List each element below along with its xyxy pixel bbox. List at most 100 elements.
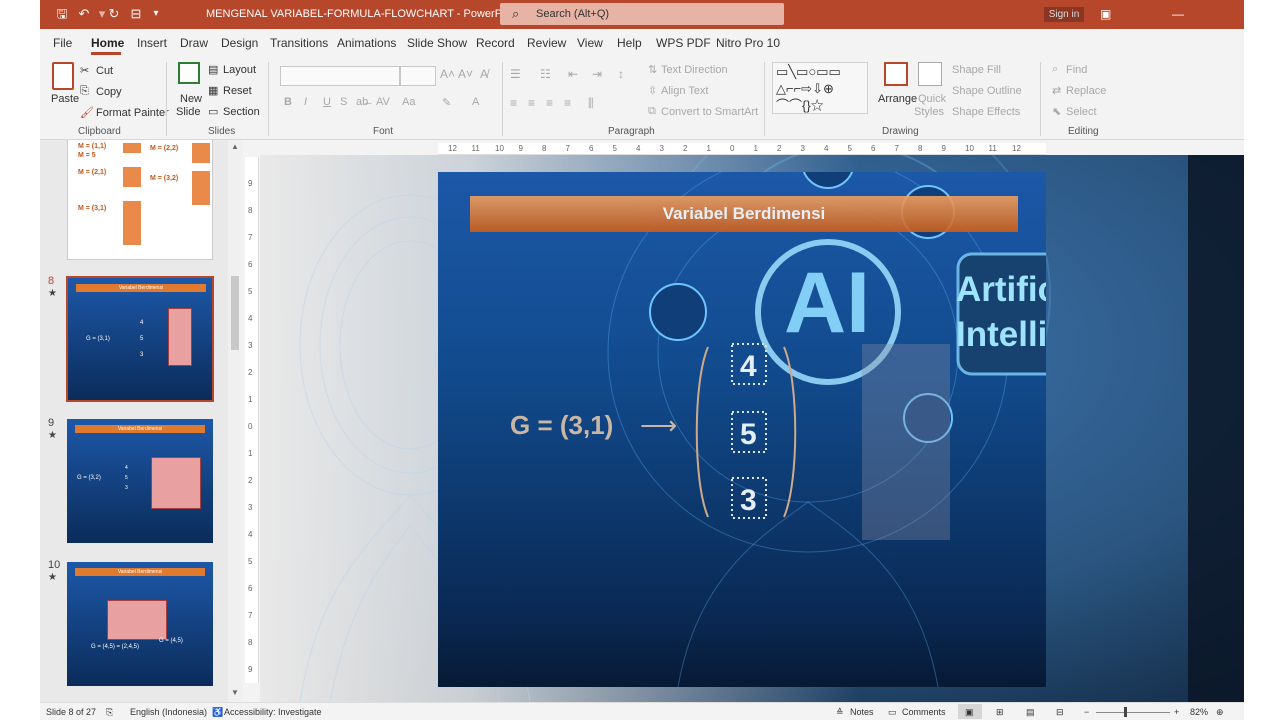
replace-icon[interactable]: ⇄ <box>1052 84 1061 97</box>
comments-button[interactable]: Comments <box>902 707 946 717</box>
decrease-indent-icon[interactable]: ⇤ <box>568 67 578 81</box>
redo-icon[interactable]: ↻ <box>106 6 122 22</box>
font-color-icon[interactable]: A <box>472 96 479 108</box>
bullets-icon[interactable]: ☰ <box>510 67 521 81</box>
new-slide-label-2[interactable]: Slide <box>176 106 200 118</box>
change-case-icon[interactable]: Aa <box>402 96 415 108</box>
cut-icon[interactable]: ✂ <box>80 64 89 77</box>
customize-toolbar-icon[interactable]: ▾ <box>148 6 164 22</box>
tab-draw[interactable]: Draw <box>180 36 208 50</box>
layout-icon[interactable]: ▤ <box>208 63 218 76</box>
new-slide-icon[interactable] <box>178 62 200 84</box>
text-direction-button[interactable]: Text Direction <box>661 64 728 76</box>
increase-font-icon[interactable]: A˄ <box>440 67 455 81</box>
smartart-icon[interactable]: ⧉ <box>648 105 656 118</box>
convert-smartart-button[interactable]: Convert to SmartArt <box>661 106 758 118</box>
justify-icon[interactable]: ≡ <box>564 96 571 110</box>
tab-record[interactable]: Record <box>476 36 515 50</box>
select-icon[interactable]: ⬉ <box>1052 105 1061 118</box>
tab-help[interactable]: Help <box>617 36 642 50</box>
scroll-thumb[interactable] <box>231 276 239 350</box>
format-painter-button[interactable]: Format Painter <box>96 107 169 119</box>
find-icon[interactable]: ⌕ <box>1052 63 1058 76</box>
accessibility-status[interactable]: Accessibility: Investigate <box>224 707 322 717</box>
highlight-icon[interactable]: ✎ <box>442 96 451 109</box>
copy-icon[interactable]: ⎘ <box>80 85 89 98</box>
arrange-button[interactable]: Arrange <box>878 93 917 105</box>
line-spacing-icon[interactable]: ↕ <box>618 67 624 81</box>
slide-thumbnail-7[interactable]: M = (1,1) M = 5 M = (2,1) M = (3,1) M = … <box>67 140 213 260</box>
align-text-button[interactable]: Align Text <box>661 85 709 97</box>
text-direction-icon[interactable]: ⇅ <box>648 63 657 76</box>
tab-file[interactable]: File <box>53 36 72 50</box>
slide-thumbnail-10[interactable]: Variabel Berdimensi G = (4,5) = (2,4,5) … <box>67 562 213 686</box>
scroll-down-icon[interactable]: ▼ <box>231 688 239 697</box>
section-icon[interactable]: ▭ <box>208 105 218 118</box>
tab-nitro-pro[interactable]: Nitro Pro 10 <box>716 36 780 50</box>
minimize-icon[interactable]: — <box>1172 7 1184 21</box>
format-painter-icon[interactable]: 🖌 <box>80 106 94 119</box>
new-slide-label-1[interactable]: New <box>180 93 202 105</box>
find-button[interactable]: Find <box>1066 64 1087 76</box>
notes-button[interactable]: Notes <box>850 707 874 717</box>
font-size-field[interactable] <box>400 66 436 86</box>
slide-thumbnail-9[interactable]: Variabel Berdimensi G = (3,2) 4 5 3 <box>67 419 213 543</box>
strikethrough-icon[interactable]: ab̶ <box>356 96 368 108</box>
select-button[interactable]: Select <box>1066 106 1097 118</box>
tab-design[interactable]: Design <box>221 36 258 50</box>
arrange-icon[interactable] <box>884 62 908 86</box>
shadow-icon[interactable]: S <box>340 96 347 108</box>
quick-styles-label-2[interactable]: Styles <box>914 106 944 118</box>
search-box[interactable]: ⌕ Search (Alt+Q) <box>500 3 784 25</box>
reset-button[interactable]: Reset <box>223 85 252 97</box>
save-icon[interactable]: 🖫 <box>54 6 70 22</box>
tab-transitions[interactable]: Transitions <box>270 36 328 50</box>
shape-effects-button[interactable]: Shape Effects <box>952 106 1020 118</box>
zoom-in-icon[interactable]: + <box>1174 707 1179 717</box>
notes-icon[interactable]: ≙ <box>836 707 844 718</box>
cut-button[interactable]: Cut <box>96 65 113 77</box>
tab-wps-pdf[interactable]: WPS PDF <box>656 36 711 50</box>
tab-home[interactable]: Home <box>91 36 124 50</box>
bold-icon[interactable]: B <box>284 96 292 108</box>
slide-counter[interactable]: Slide 8 of 27 <box>46 707 96 717</box>
underline-icon[interactable]: U <box>323 96 331 108</box>
slide-thumbnail-8[interactable]: Variabel Berdimensi G = (3,1) 4 5 3 <box>66 276 214 402</box>
font-family-field[interactable] <box>280 66 400 86</box>
quick-styles-icon[interactable] <box>918 62 942 86</box>
italic-icon[interactable]: I <box>304 96 307 108</box>
slide-sorter-icon[interactable]: ⊞ <box>996 707 1004 718</box>
char-spacing-icon[interactable]: AV <box>376 96 390 108</box>
columns-icon[interactable]: ⫼ <box>588 96 594 111</box>
decrease-font-icon[interactable]: A˅ <box>458 67 473 81</box>
undo-icon[interactable]: ↶ <box>76 6 92 22</box>
current-slide[interactable]: Variabel Berdimensi G = (3,1) ⟶ 4 5 3 AI… <box>438 172 1046 687</box>
spellcheck-icon[interactable]: ⎘ <box>106 707 113 718</box>
section-button[interactable]: Section <box>223 106 260 118</box>
align-right-icon[interactable]: ≡ <box>546 96 553 110</box>
thumbnail-scrollbar[interactable]: ▲ ▼ <box>228 140 242 702</box>
copy-button[interactable]: Copy <box>96 86 122 98</box>
shapes-gallery[interactable]: ▭╲▭○▭▭ △⌐⌐⇨⇩⊕ ⌒⌒{}☆ <box>772 62 868 114</box>
align-left-icon[interactable]: ≡ <box>510 96 517 110</box>
present-icon[interactable]: ⊟ <box>128 6 144 22</box>
zoom-out-icon[interactable]: − <box>1084 707 1089 717</box>
layout-button[interactable]: Layout <box>223 64 256 76</box>
shape-outline-button[interactable]: Shape Outline <box>952 85 1022 97</box>
tab-animations[interactable]: Animations <box>337 36 396 50</box>
numbering-icon[interactable]: ☷ <box>540 67 551 81</box>
zoom-slider[interactable] <box>1096 712 1170 713</box>
ribbon-display-icon[interactable]: ▣ <box>1100 7 1111 21</box>
paste-icon[interactable] <box>52 62 74 90</box>
comments-icon[interactable]: ▭ <box>888 707 897 718</box>
tab-review[interactable]: Review <box>527 36 566 50</box>
slideshow-icon[interactable]: ⊟ <box>1056 707 1064 718</box>
zoom-slider-thumb[interactable] <box>1124 707 1127 717</box>
tab-view[interactable]: View <box>577 36 603 50</box>
paste-button[interactable]: Paste <box>51 93 79 105</box>
accessibility-icon[interactable]: ♿ <box>212 707 223 718</box>
replace-button[interactable]: Replace <box>1066 85 1106 97</box>
reset-icon[interactable]: ▦ <box>208 84 218 97</box>
sign-in-button[interactable]: Sign in <box>1044 7 1084 22</box>
scroll-up-icon[interactable]: ▲ <box>231 142 239 151</box>
